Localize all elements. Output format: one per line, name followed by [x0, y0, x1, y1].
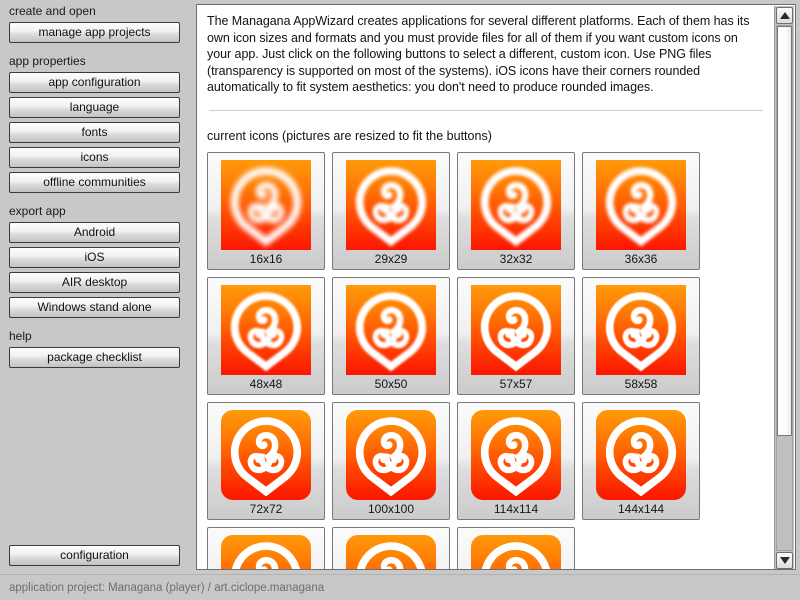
triskelion-pin-icon — [471, 159, 561, 250]
icon-size-label: 32x32 — [499, 251, 533, 266]
vertical-scrollbar[interactable] — [774, 6, 794, 569]
icon-tile[interactable]: 100x100 — [332, 401, 450, 520]
icon-tile[interactable]: 48x48 — [207, 276, 325, 395]
intro-paragraph: The Managana AppWizard creates applicati… — [207, 14, 750, 94]
current-icons-caption: current icons (pictures are resized to f… — [207, 128, 492, 143]
scrollbar-thumb[interactable] — [777, 26, 792, 436]
triskelion-pin-icon — [346, 534, 436, 569]
icon-size-label: 72x72 — [249, 501, 283, 516]
scroll-down-button[interactable] — [776, 552, 793, 569]
section-divider — [209, 109, 763, 111]
triskelion-pin-icon — [596, 409, 686, 500]
icon-tile[interactable]: 50x50 — [332, 276, 450, 395]
scrollbar-track[interactable] — [776, 25, 793, 551]
export-windows-stand-alone-button[interactable]: Windows stand alone — [9, 297, 180, 318]
icon-tile[interactable]: 58x58 — [582, 276, 700, 395]
triskelion-pin-icon — [221, 284, 311, 375]
icon-tile[interactable] — [207, 526, 325, 569]
icon-tile[interactable] — [457, 526, 575, 569]
triskelion-pin-icon — [346, 159, 436, 250]
icon-tile[interactable]: 114x114 — [457, 401, 575, 520]
triskelion-pin-icon — [346, 409, 436, 500]
icon-grid: 16x16 29x29 32x32 36x36 48x48 50x50 57x57 58x58… — [207, 151, 707, 569]
icon-size-label: 36x36 — [624, 251, 658, 266]
icon-size-label: 29x29 — [374, 251, 408, 266]
triskelion-pin-icon — [471, 284, 561, 375]
icon-tile[interactable]: 16x16 — [207, 151, 325, 270]
triangle-down-icon — [779, 557, 790, 564]
icon-tile[interactable]: 144x144 — [582, 401, 700, 520]
icon-size-label: 114x114 — [493, 501, 539, 516]
manage-app-projects-button[interactable]: manage app projects — [9, 22, 180, 43]
export-ios-button[interactable]: iOS — [9, 247, 180, 268]
icon-tile[interactable]: 72x72 — [207, 401, 325, 520]
status-bar: application project: Managana (player) /… — [0, 574, 800, 600]
icon-tile[interactable]: 29x29 — [332, 151, 450, 270]
icon-tile[interactable]: 36x36 — [582, 151, 700, 270]
app-window: create and open manage app projects app pr… — [0, 0, 800, 600]
configuration-button[interactable]: configuration — [9, 545, 180, 566]
export-android-button[interactable]: Android — [9, 222, 180, 243]
package-checklist-button[interactable]: package checklist — [9, 347, 180, 368]
triskelion-pin-icon — [346, 284, 436, 375]
offline-communities-button[interactable]: offline communities — [9, 172, 180, 193]
sidebar-section-label: help — [9, 329, 32, 343]
icon-tile[interactable]: 32x32 — [457, 151, 575, 270]
triskelion-pin-icon — [221, 534, 311, 569]
triskelion-pin-icon — [221, 409, 311, 500]
app-configuration-button[interactable]: app configuration — [9, 72, 180, 93]
icon-size-label: 144x144 — [617, 501, 665, 516]
export-air-desktop-button[interactable]: AIR desktop — [9, 272, 180, 293]
sidebar-footer: configuration — [0, 545, 190, 566]
triskelion-pin-icon — [596, 284, 686, 375]
icon-tile[interactable] — [332, 526, 450, 569]
panel-scroll-content: The Managana AppWizard creates applicati… — [197, 5, 775, 569]
language-button[interactable]: language — [9, 97, 180, 118]
sidebar-section-label: app properties — [9, 54, 86, 68]
triskelion-pin-icon — [471, 534, 561, 569]
scroll-up-button[interactable] — [776, 7, 793, 24]
fonts-button[interactable]: fonts — [9, 122, 180, 143]
main-panel: The Managana AppWizard creates applicati… — [196, 4, 796, 570]
icon-size-label: 50x50 — [374, 376, 408, 391]
sidebar-section-label: create and open — [9, 4, 96, 18]
triskelion-pin-icon — [596, 159, 686, 250]
icon-tile[interactable]: 57x57 — [457, 276, 575, 395]
sidebar: create and open manage app projects app pr… — [0, 0, 190, 574]
triskelion-pin-icon — [471, 409, 561, 500]
icon-size-label: 100x100 — [367, 501, 415, 516]
icon-size-label: 16x16 — [249, 251, 283, 266]
icon-size-label: 58x58 — [624, 376, 658, 391]
icons-button[interactable]: icons — [9, 147, 180, 168]
icon-size-label: 57x57 — [499, 376, 533, 391]
triskelion-pin-icon — [221, 159, 311, 250]
sidebar-section-label: export app — [9, 204, 66, 218]
triangle-up-icon — [779, 12, 790, 19]
icon-size-label: 48x48 — [249, 376, 283, 391]
